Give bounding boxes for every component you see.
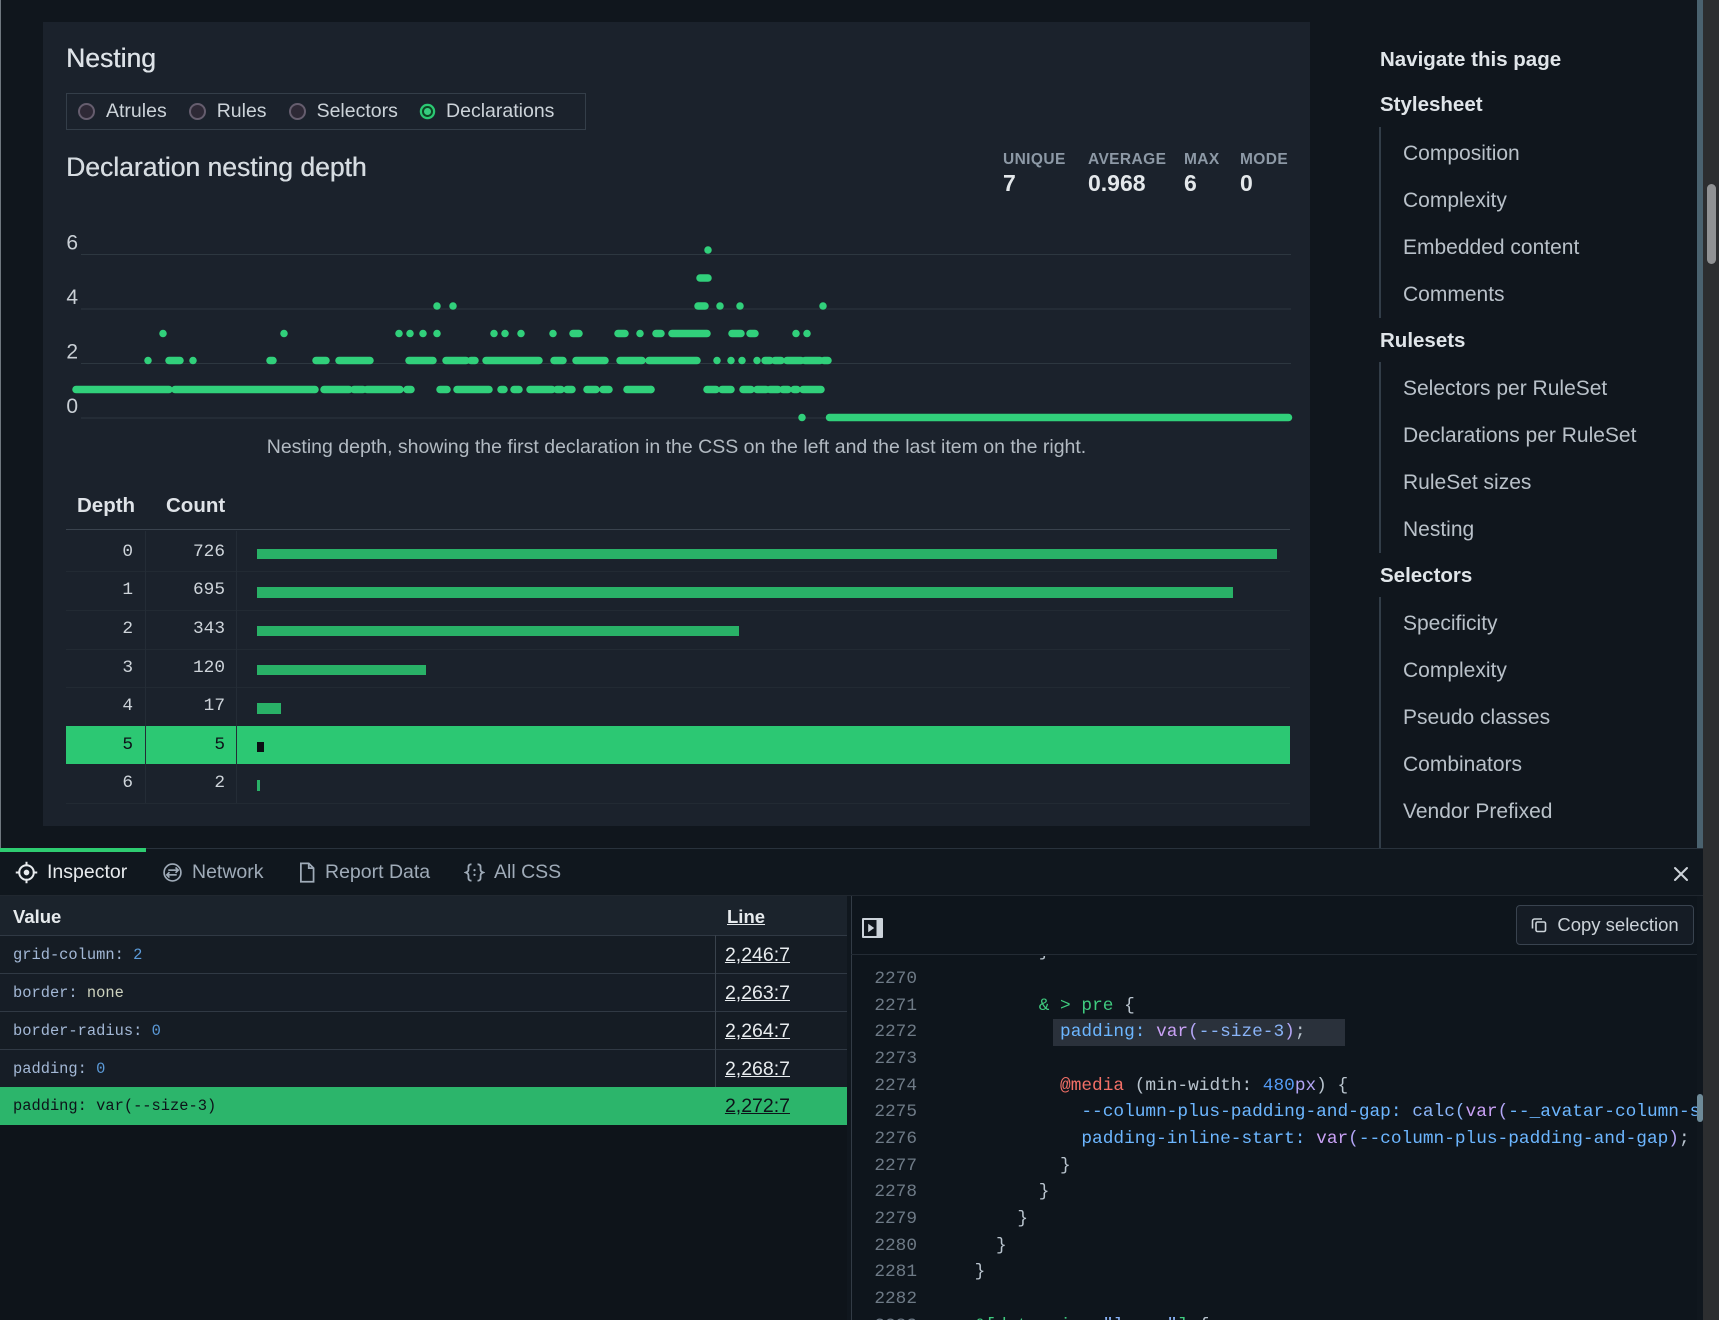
svg-text:4: 4 — [66, 286, 78, 309]
svg-text:6: 6 — [66, 232, 78, 255]
svg-text:0: 0 — [66, 395, 78, 418]
svg-text:2: 2 — [66, 341, 78, 364]
